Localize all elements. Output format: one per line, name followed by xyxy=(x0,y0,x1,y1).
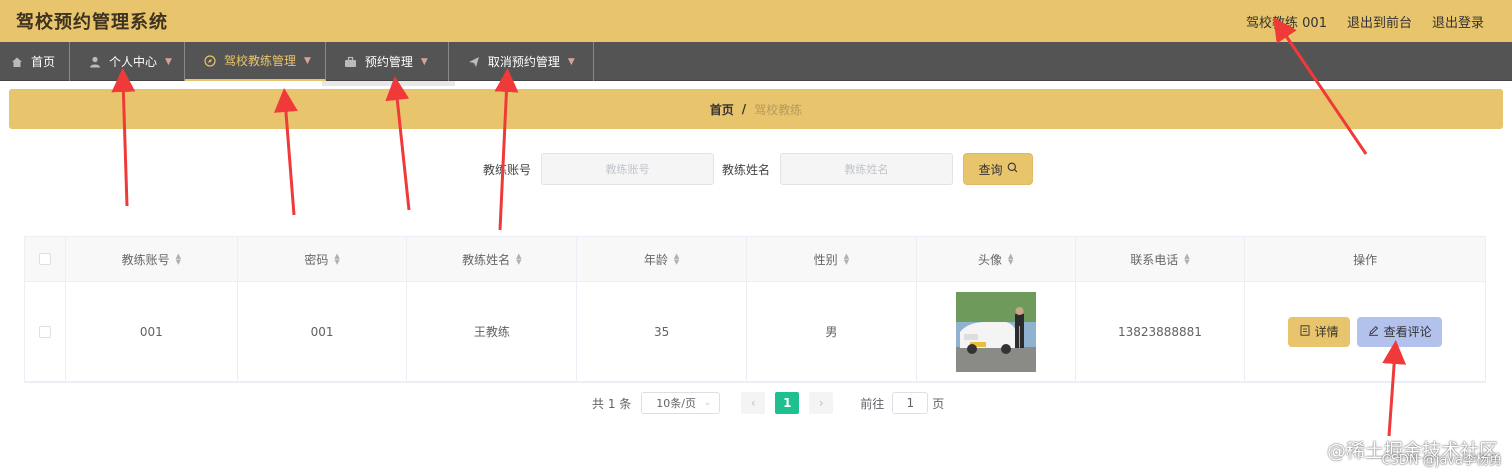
header-avatar[interactable]: 头像 ▲ ▼ xyxy=(917,237,1076,281)
chevron-left-icon: ‹ xyxy=(750,396,756,410)
chevron-down-icon: ⌄ xyxy=(703,398,712,408)
page-size-select[interactable]: 10条/页 ⌄ xyxy=(641,392,721,414)
table-header-row: 教练账号 ▲ ▼ 密码 ▲ ▼ 教练姓名 ▲ ▼ 年龄 ▲ ▼ 性别 ▲ ▼ 头像 ▲ ▼ 联系电话 ▲ ▼… xyxy=(25,237,1485,282)
nav-coach-management-label: 驾校教练管理 xyxy=(223,54,296,68)
header-password-label: 密码 xyxy=(304,252,329,267)
cell-phone: 13823888881 xyxy=(1076,282,1246,381)
header-avatar-label: 头像 xyxy=(977,252,1002,267)
nav-personal-center-label: 个人中心 xyxy=(109,55,158,69)
main-nav: 首页 个人中心 ▼ 驾校教练管理 ▼ 预约管理 ▼ 取消预约管理 ▼ xyxy=(0,42,1512,81)
compass-icon xyxy=(203,54,217,68)
header-phone[interactable]: 联系电话 ▲ ▼ xyxy=(1076,237,1246,281)
home-icon xyxy=(10,55,24,69)
sort-icon[interactable]: ▲ ▼ xyxy=(1008,253,1013,266)
chevron-down-icon: ▼ xyxy=(303,55,311,66)
breadcrumb: 首页 / 驾校教练 xyxy=(9,89,1503,129)
cell-avatar xyxy=(917,282,1076,381)
name-search-input[interactable]: 教练姓名 xyxy=(780,153,954,185)
cell-account: 001 xyxy=(66,282,238,381)
header-password[interactable]: 密码 ▲ ▼ xyxy=(238,237,408,281)
sort-icon[interactable]: ▲ ▼ xyxy=(1184,253,1189,266)
nav-cancel-booking-label: 取消预约管理 xyxy=(487,55,560,69)
edit-pencil-icon xyxy=(1368,325,1379,339)
row-checkbox-cell xyxy=(25,282,66,381)
sort-icon[interactable]: ▲ ▼ xyxy=(674,253,679,266)
header-age-label: 年龄 xyxy=(643,252,668,267)
sort-icon[interactable]: ▲ ▼ xyxy=(176,253,181,266)
goto-suffix: 页 xyxy=(932,396,945,411)
view-reviews-button[interactable]: 查看评论 xyxy=(1357,316,1443,347)
cell-actions: 详情 查看评论 xyxy=(1245,282,1485,381)
detail-button[interactable]: 详情 xyxy=(1288,316,1351,347)
next-page-button[interactable]: › xyxy=(809,392,834,414)
pagination-total: 共 1 条 xyxy=(592,396,632,411)
header-actions-label: 操作 xyxy=(1353,252,1378,267)
detail-button-label: 详情 xyxy=(1314,325,1339,339)
breadcrumb-separator: / xyxy=(741,102,747,116)
watermark-csdn: CSDN @java李杨勇 xyxy=(1381,453,1502,468)
logout-link[interactable]: 退出登录 xyxy=(1432,12,1484,31)
table-row[interactable]: 001 001 王教练 35 男 13823888881 详情 查看评论 xyxy=(25,282,1485,382)
goto-page-input[interactable]: 1 xyxy=(892,392,929,414)
row-checkbox[interactable] xyxy=(38,325,51,338)
top-right-links: 驾校教练 001 退出到前台 退出登录 xyxy=(1246,12,1484,31)
nav-home-label: 首页 xyxy=(31,55,56,69)
name-label: 教练姓名 xyxy=(722,162,771,177)
header-name-label: 教练姓名 xyxy=(462,252,511,267)
briefcase-icon xyxy=(344,55,358,69)
sort-icon[interactable]: ▲ ▼ xyxy=(844,253,849,266)
search-form: 教练账号 教练账号 教练姓名 教练姓名 查询 xyxy=(483,153,1034,185)
send-icon xyxy=(467,55,481,69)
cell-age: 35 xyxy=(577,282,747,381)
header-phone-label: 联系电话 xyxy=(1130,252,1179,267)
nav-home[interactable]: 首页 xyxy=(0,42,71,81)
search-icon xyxy=(1007,162,1018,176)
cell-gender: 男 xyxy=(747,282,917,381)
breadcrumb-current: 驾校教练 xyxy=(754,102,803,117)
view-reviews-label: 查看评论 xyxy=(1383,325,1432,339)
top-header: 驾校预约管理系统 驾校教练 001 退出到前台 退出登录 xyxy=(0,0,1512,42)
user-icon xyxy=(88,55,102,69)
current-user[interactable]: 驾校教练 001 xyxy=(1246,12,1327,31)
back-to-front-link[interactable]: 退出到前台 xyxy=(1347,12,1412,31)
header-name[interactable]: 教练姓名 ▲ ▼ xyxy=(407,237,578,281)
chevron-down-icon: ▼ xyxy=(165,56,172,67)
select-all-checkbox[interactable] xyxy=(38,253,51,265)
search-button-label: 查询 xyxy=(978,162,1003,177)
coach-avatar-image[interactable] xyxy=(955,291,1036,372)
header-account-label: 教练账号 xyxy=(121,252,170,267)
nav-cancel-booking-management[interactable]: 取消预约管理 ▼ xyxy=(449,42,594,81)
nav-submenu-hint xyxy=(322,81,455,86)
search-button[interactable]: 查询 xyxy=(963,153,1034,185)
select-all-checkbox-cell xyxy=(25,237,66,281)
nav-booking-management[interactable]: 预约管理 ▼ xyxy=(326,42,449,81)
app-title: 驾校预约管理系统 xyxy=(16,12,168,33)
header-gender-label: 性别 xyxy=(813,252,838,267)
goto-label: 前往 xyxy=(860,396,885,411)
cell-name: 王教练 xyxy=(407,282,578,381)
nav-booking-management-label: 预约管理 xyxy=(364,55,413,69)
header-account[interactable]: 教练账号 ▲ ▼ xyxy=(66,237,238,281)
chevron-down-icon: ▼ xyxy=(420,56,428,67)
goto-page: 前往 1 页 xyxy=(860,392,944,414)
header-gender[interactable]: 性别 ▲ ▼ xyxy=(747,237,917,281)
header-age[interactable]: 年龄 ▲ ▼ xyxy=(577,237,747,281)
coach-table: 教练账号 ▲ ▼ 密码 ▲ ▼ 教练姓名 ▲ ▼ 年龄 ▲ ▼ 性别 ▲ ▼ 头像 ▲ ▼ 联系电话 ▲ ▼… xyxy=(24,236,1486,383)
header-actions: 操作 xyxy=(1245,237,1485,281)
document-icon xyxy=(1300,324,1310,339)
nav-coach-management[interactable]: 驾校教练管理 ▼ xyxy=(184,42,326,81)
page-size-value: 10条/页 xyxy=(656,397,696,410)
chevron-right-icon: › xyxy=(818,396,824,410)
cell-password: 001 xyxy=(238,282,408,381)
prev-page-button[interactable]: ‹ xyxy=(741,392,766,414)
sort-icon[interactable]: ▲ ▼ xyxy=(516,253,521,266)
account-search-input[interactable]: 教练账号 xyxy=(541,153,715,185)
breadcrumb-home[interactable]: 首页 xyxy=(710,101,734,118)
chevron-down-icon: ▼ xyxy=(567,56,575,67)
nav-personal-center[interactable]: 个人中心 ▼ xyxy=(70,42,185,81)
sort-icon[interactable]: ▲ ▼ xyxy=(334,253,339,266)
account-label: 教练账号 xyxy=(483,162,532,177)
pagination: 共 1 条 10条/页 ⌄ ‹ 1 › 前往 1 页 xyxy=(592,392,944,414)
page-number-current[interactable]: 1 xyxy=(775,392,800,414)
